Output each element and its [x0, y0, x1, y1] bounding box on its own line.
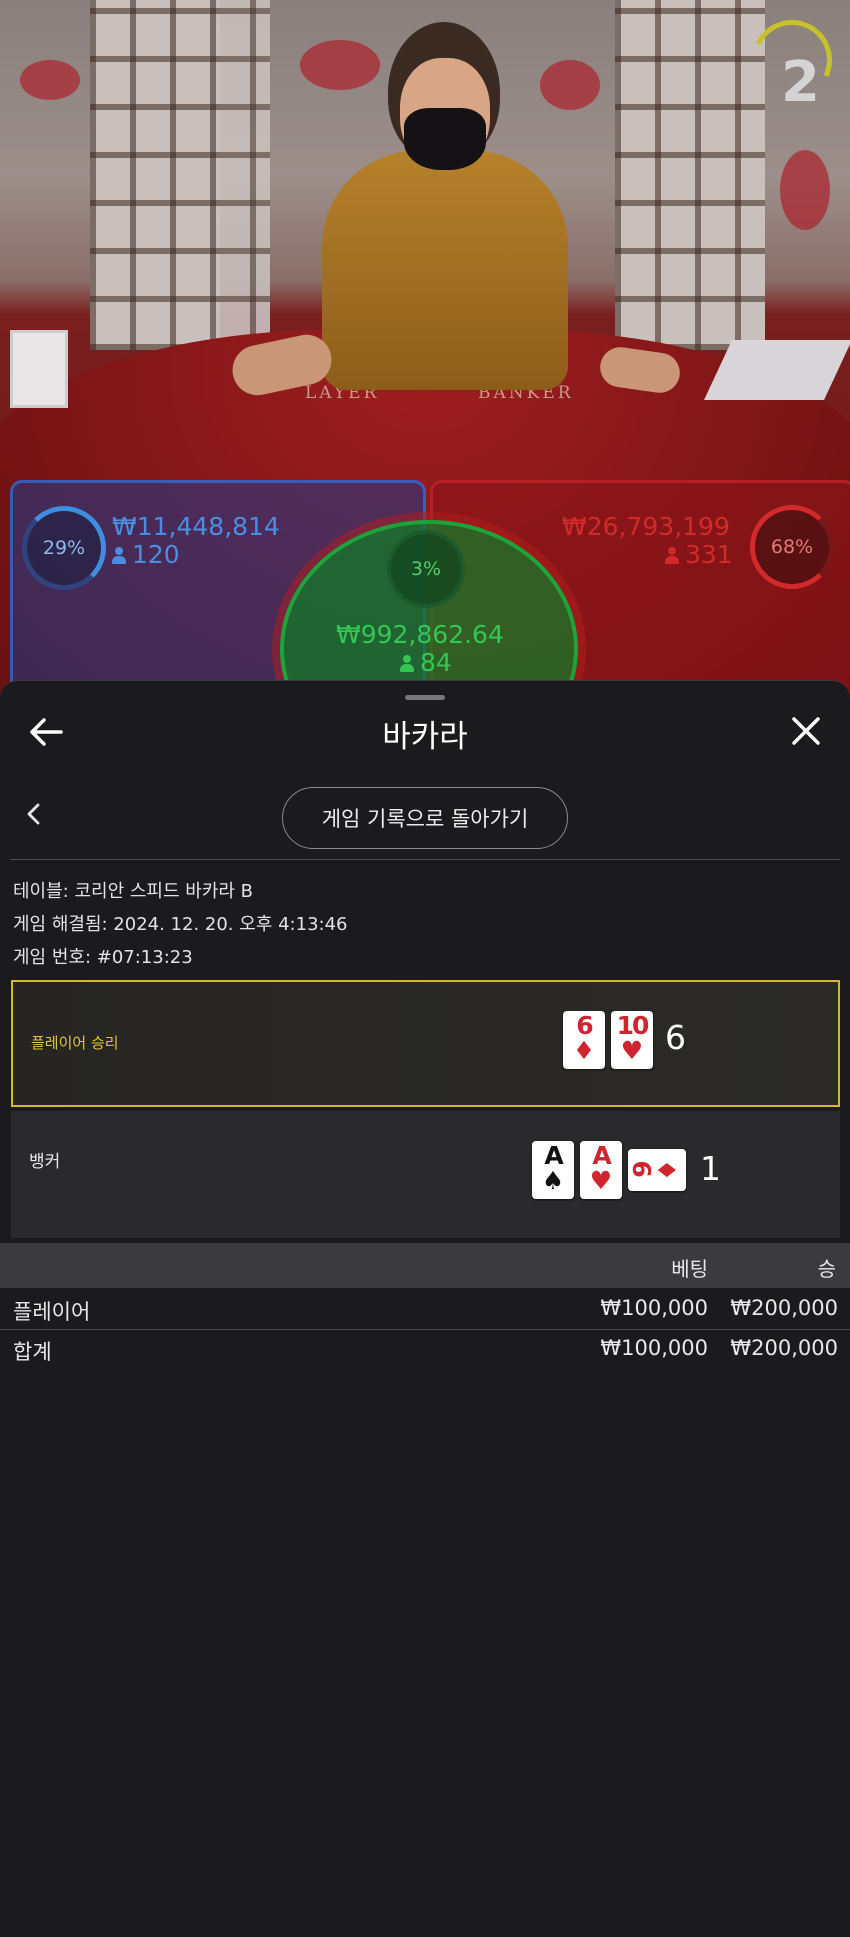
playing-card-sideways: 9 ♦: [628, 1149, 686, 1191]
countdown-timer: 2: [781, 50, 820, 115]
player-win-label: 플레이어 승리: [31, 1034, 119, 1052]
tie-percent-ring: 3%: [387, 530, 465, 608]
chevron-left-icon[interactable]: [24, 803, 46, 825]
wooden-screen-right: [615, 0, 765, 350]
back-to-history-button[interactable]: 게임 기록으로 돌아가기: [282, 787, 568, 849]
game-number: 게임 번호: #07:13:23: [13, 947, 193, 968]
column-bet: 베팅: [671, 1257, 708, 1281]
dealer-mask: [404, 108, 486, 170]
tie-count-value: 84: [420, 648, 452, 677]
dealer-body: [322, 150, 568, 390]
blossom: [300, 40, 380, 90]
bet-amount: ₩100,000: [600, 1296, 708, 1320]
table-row: 플레이어 ₩100,000 ₩200,000: [0, 1290, 850, 1328]
blossom: [780, 150, 830, 230]
divider: [10, 859, 840, 860]
banker-percent-ring: 68%: [750, 505, 834, 589]
win-amount: ₩200,000: [730, 1296, 838, 1320]
player-percent: 29%: [42, 537, 86, 559]
player-total: 6: [665, 1018, 686, 1057]
playing-card: A ♠: [532, 1141, 574, 1199]
playing-card: 10 ♥: [611, 1011, 653, 1069]
blossom: [20, 60, 80, 100]
bet-type: 플레이어: [13, 1300, 91, 1324]
banker-total-amount: ₩26,793,199: [562, 512, 730, 541]
table-name: 테이블: 코리안 스피드 바카라 B: [13, 881, 254, 902]
history-sheet: 바카라 게임 기록으로 돌아가기 테이블: 코리안 스피드 바카라 B 게임 해…: [0, 680, 850, 1937]
person-icon: [665, 547, 679, 564]
player-percent-ring: 29%: [22, 506, 106, 590]
close-icon[interactable]: [790, 715, 822, 747]
sheet-title: 바카라: [382, 719, 468, 755]
total-row: 합계 ₩100,000 ₩200,000: [0, 1330, 850, 1368]
playing-card: A ♥: [580, 1141, 622, 1199]
card-suit: ♦: [653, 1158, 682, 1182]
resolved-time: 게임 해결됨: 2024. 12. 20. 오후 4:13:46: [13, 914, 348, 935]
banker-bettor-count: 331: [665, 540, 733, 569]
player-count-value: 120: [132, 540, 180, 569]
banker-total: 1: [700, 1149, 721, 1188]
bets-table-header: 베팅 승: [0, 1243, 850, 1288]
total-bet-amount: ₩100,000: [600, 1336, 708, 1360]
playing-card: 6 ♦: [563, 1011, 605, 1069]
card-stack: [10, 330, 68, 408]
total-label: 합계: [13, 1340, 52, 1364]
live-video: LAYER BANKER 2 29% ₩11,448,814 120 68% ₩…: [0, 0, 850, 700]
person-icon: [112, 547, 126, 564]
banker-percent: 68%: [770, 536, 814, 558]
card-suit: ♥: [589, 1166, 613, 1195]
player-total-amount: ₩11,448,814: [112, 512, 280, 541]
column-win: 승: [817, 1257, 836, 1281]
card-suit: ♠: [541, 1166, 565, 1195]
player-bettor-count: 120: [112, 540, 180, 569]
sheet-grabber[interactable]: [405, 695, 445, 700]
tie-total-amount: ₩992,862.64: [336, 620, 504, 649]
blossom: [540, 60, 600, 110]
tie-bettor-count: 84: [400, 648, 452, 677]
player-result-row: 플레이어 승리 6 ♦ 10 ♥ 6: [11, 980, 840, 1107]
card-suit: ♦: [572, 1036, 596, 1065]
tie-percent: 3%: [410, 558, 442, 580]
wooden-screen-left-2: [130, 0, 270, 350]
banker-result-row: 뱅커 A ♠ A ♥ 9 ♦ 1: [11, 1111, 840, 1238]
banker-count-value: 331: [685, 540, 733, 569]
total-win-amount: ₩200,000: [730, 1336, 838, 1360]
banker-label: 뱅커: [29, 1152, 61, 1172]
person-icon: [400, 655, 414, 672]
card-suit: ♥: [620, 1036, 644, 1065]
